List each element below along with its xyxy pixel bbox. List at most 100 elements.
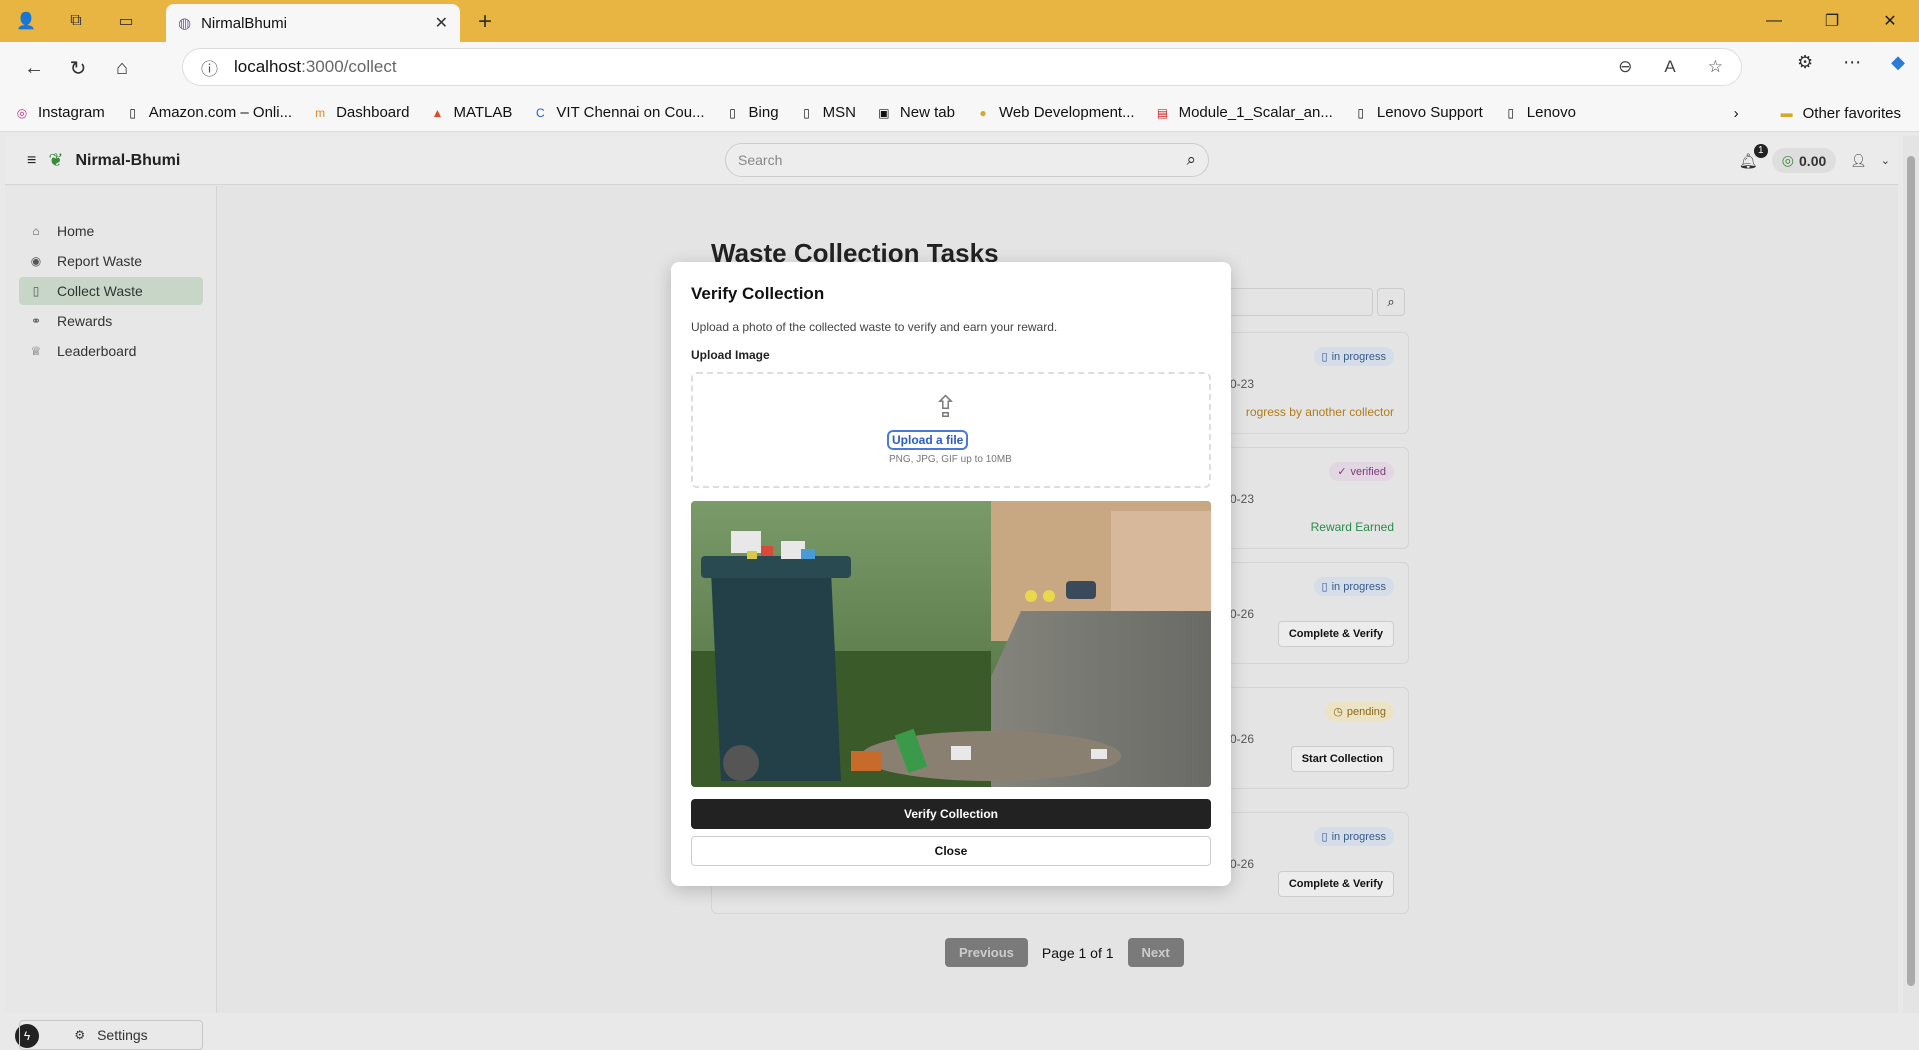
sidebar-item-report-waste[interactable]: ◉ Report Waste <box>19 247 203 275</box>
refresh-icon[interactable]: ↻ <box>60 50 96 86</box>
task-date: 0-26 <box>1230 732 1255 746</box>
minimize-icon[interactable]: — <box>1745 0 1803 42</box>
bookmark-other-favorites[interactable]: ▬ Other favorites <box>1779 105 1901 122</box>
bookmark-instagram[interactable]: ◎ Instagram <box>14 104 105 121</box>
favorite-star-icon[interactable]: ☆ <box>1708 57 1723 77</box>
user-icon[interactable]: 👤︎ <box>1850 153 1867 169</box>
page-icon: ▯ <box>1507 105 1515 120</box>
browser-tab[interactable]: ◍ NirmalBhumi ✕ <box>166 4 460 42</box>
url-path: :3000/collect <box>301 57 397 76</box>
bookmark-amazon[interactable]: ▯ Amazon.com – Onli... <box>125 104 292 121</box>
gear-icon: ⚙ <box>74 1028 86 1042</box>
bookmark-vit[interactable]: C VIT Chennai on Cou... <box>532 104 705 121</box>
dashboard-icon: m <box>315 105 326 120</box>
copilot-icon[interactable]: ◆ <box>1891 52 1905 73</box>
upload-label: Upload Image <box>691 348 770 362</box>
start-collection-button[interactable]: Start Collection <box>1290 746 1394 772</box>
home-browser-icon[interactable]: ⌂ <box>104 50 140 86</box>
status-badge: ▯ in progress <box>1313 827 1394 846</box>
settings-button[interactable]: ⚙ Settings <box>19 1020 203 1050</box>
upload-file-link[interactable]: Upload a file <box>887 430 969 450</box>
bookmarks-overflow-icon[interactable]: › <box>1734 105 1739 122</box>
bookmark-dashboard[interactable]: m Dashboard <box>312 104 409 121</box>
notification-badge: 1 <box>1753 143 1768 158</box>
zoom-icon[interactable]: ⊖ <box>1618 57 1632 77</box>
map-pin-icon: ◉ <box>30 254 42 268</box>
task-date: 0-26 <box>1230 857 1255 871</box>
complete-verify-button[interactable]: Complete & Verify <box>1277 621 1394 647</box>
close-button[interactable]: Close <box>691 836 1211 866</box>
page-scrollbar[interactable] <box>1903 136 1919 1013</box>
tab-close-icon[interactable]: ✕ <box>435 13 448 33</box>
browser-titlebar: 👤 ⧉ ▭ ◍ NirmalBhumi ✕ + — ❐ ✕ <box>0 0 1919 42</box>
new-tab-icon[interactable]: + <box>478 8 492 36</box>
verify-collection-button[interactable]: Verify Collection <box>691 799 1211 829</box>
task-date: 0-26 <box>1230 607 1255 621</box>
workspaces-icon[interactable]: ⧉ <box>62 7 90 35</box>
bookmark-bing[interactable]: ▯ Bing <box>725 104 778 121</box>
sidebar-item-home[interactable]: ⌂ Home <box>19 217 203 245</box>
complete-verify-button[interactable]: Complete & Verify <box>1277 871 1394 897</box>
balance-value: 0.00 <box>1799 152 1827 169</box>
status-badge: ▯ in progress <box>1313 347 1394 366</box>
pdf-icon: ▤ <box>1156 105 1169 120</box>
chevron-down-icon[interactable]: ⌄ <box>1881 154 1890 167</box>
coursera-icon: C <box>536 105 545 120</box>
upload-hint: PNG, JPG, GIF up to 10MB <box>889 454 1012 465</box>
menu-icon[interactable]: ≡ <box>27 152 36 170</box>
bell-icon[interactable]: 🔔︎ 1 <box>1739 143 1768 170</box>
trash-icon: ▯ <box>32 284 40 298</box>
bookmark-msn[interactable]: ▯ MSN <box>799 104 856 121</box>
task-note: Reward Earned <box>1310 520 1394 534</box>
task-note: rogress by another collector <box>1245 405 1394 419</box>
extensions-icon[interactable]: ⚙ <box>1797 52 1813 73</box>
trash-icon: ▯ <box>1321 351 1328 363</box>
sidebar-item-collect-waste[interactable]: ▯ Collect Waste <box>19 277 203 305</box>
page-icon: ▯ <box>129 105 136 120</box>
upload-dropzone[interactable]: ⇪ Upload a file PNG, JPG, GIF up to 10MB <box>691 372 1211 488</box>
search-icon: ⌕ <box>1387 294 1395 309</box>
sidebar: ⌂ Home ◉ Report Waste ▯ Collect Waste ⚭ Rewa… <box>5 186 217 1050</box>
brand-name: Nirmal-Bhumi <box>75 151 181 169</box>
window-close-icon[interactable]: ✕ <box>1861 0 1919 42</box>
search-icon[interactable]: ⌕ <box>1186 150 1196 170</box>
balance-badge[interactable]: ◎ 0.00 <box>1771 148 1837 173</box>
url-field[interactable]: ⓘ localhost:3000/collect ⊖ A ☆ <box>182 48 1742 86</box>
app-header: ≡ ❦ Nirmal-Bhumi Search ⌕ 🔔︎ 1 ◎ 0.00 👤︎ ⌄ <box>5 136 1898 185</box>
back-icon[interactable]: ← <box>16 50 52 86</box>
search-input[interactable]: Search ⌕ <box>725 143 1209 177</box>
bookmark-matlab[interactable]: ▲ MATLAB <box>429 104 513 121</box>
modal-description: Upload a photo of the collected waste to… <box>691 320 1058 334</box>
read-aloud-icon[interactable]: A <box>1664 57 1675 77</box>
profile-icon[interactable]: 👤 <box>12 7 40 35</box>
restore-icon[interactable]: ❐ <box>1803 0 1861 42</box>
bookmark-newtab[interactable]: ▣ New tab <box>876 104 955 121</box>
trash-icon: ▯ <box>1321 831 1328 843</box>
tab-favicon-icon: ◍ <box>178 15 192 32</box>
previous-button[interactable]: Previous <box>945 938 1028 967</box>
modal-title: Verify Collection <box>691 284 825 303</box>
scrollbar-thumb[interactable] <box>1907 156 1915 986</box>
status-badge: ◷ pending <box>1325 702 1394 721</box>
tab-actions-icon[interactable]: ▭ <box>112 7 140 35</box>
more-menu-icon[interactable]: ⋯ <box>1843 52 1861 73</box>
page-indicator: Page 1 of 1 <box>1041 944 1114 961</box>
bookmark-lenovo[interactable]: ▯ Lenovo <box>1503 104 1576 121</box>
trash-icon: ▯ <box>1321 581 1328 593</box>
next-button[interactable]: Next <box>1127 938 1184 967</box>
bookmark-lenovo-support[interactable]: ▯ Lenovo Support <box>1353 104 1483 121</box>
task-date: 0-23 <box>1230 377 1255 391</box>
bookmark-module1[interactable]: ▤ Module_1_Scalar_an... <box>1155 104 1333 121</box>
site-info-icon[interactable]: ⓘ <box>201 55 218 80</box>
leaf-icon: ❦ <box>48 150 64 170</box>
sidebar-item-rewards[interactable]: ⚭ Rewards <box>19 307 203 335</box>
coins-icon: ⚭ <box>30 314 42 328</box>
bookmark-webdev[interactable]: ● Web Development... <box>975 104 1134 121</box>
folder-icon: ▬ <box>1780 106 1793 120</box>
webdev-icon: ● <box>979 105 987 120</box>
task-search-button[interactable]: ⌕ <box>1377 288 1405 316</box>
sidebar-item-leaderboard[interactable]: ♕ Leaderboard <box>19 337 203 365</box>
home-icon: ⌂ <box>32 224 40 238</box>
check-circle-icon: ✓ <box>1337 466 1347 478</box>
verify-collection-modal: Verify Collection Upload a photo of the … <box>671 262 1231 886</box>
